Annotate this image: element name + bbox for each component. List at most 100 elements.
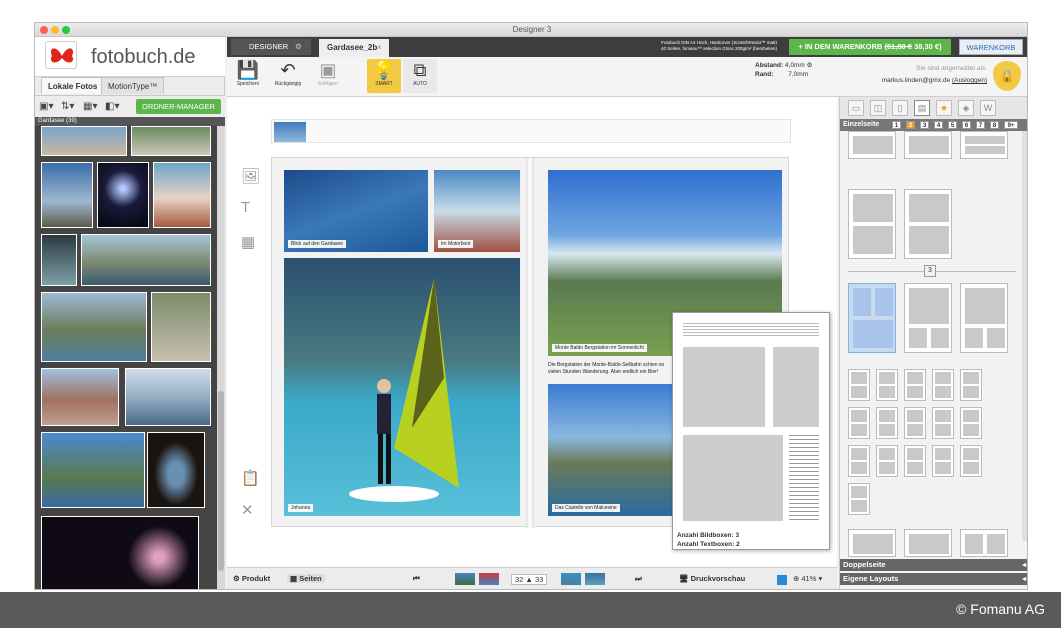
druckvorschau-button[interactable]: 🖥 Druckvorschau (679, 574, 745, 583)
text-layout-icon[interactable]: ▭ (848, 100, 864, 116)
ordner-manager-button[interactable]: ORDNER-MANAGER (136, 99, 221, 114)
page-count-option[interactable]: 8 (990, 121, 999, 129)
layout-template-small[interactable] (904, 369, 926, 401)
size-icon[interactable]: ◧▾ (105, 101, 119, 112)
layout-template-small[interactable] (932, 407, 954, 439)
logout-link[interactable]: (Ausloggen) (952, 77, 987, 84)
layout-template[interactable] (960, 131, 1008, 159)
page-count-option[interactable]: 5 (948, 121, 957, 129)
delete-icon[interactable]: ✕ (241, 501, 254, 519)
gear-icon[interactable]: ⚙ (295, 39, 302, 55)
doppelseite-bar[interactable]: Doppelseite ◂ (840, 559, 1027, 571)
paste-icon[interactable]: 📋 (241, 469, 260, 487)
add-to-cart-button[interactable]: + IN DEN WARENKORB (51,80 € 38,30 €) (789, 39, 951, 55)
document-tab[interactable]: Gardasee_2b × (319, 39, 389, 57)
photo-thumbnail[interactable] (147, 432, 205, 508)
photo-thumbnail[interactable] (151, 292, 211, 362)
layout-template-small[interactable] (960, 407, 982, 439)
layout-template[interactable] (904, 131, 952, 159)
photo-thumbnail[interactable] (41, 368, 119, 426)
photo-thumbnail[interactable] (41, 126, 127, 156)
first-page-icon[interactable]: ⏮ (413, 574, 420, 584)
photo-thumbnail[interactable] (97, 162, 149, 228)
layout-template[interactable] (848, 529, 896, 557)
photo-caption[interactable]: Im Motorboot (438, 240, 474, 248)
layout-template[interactable] (904, 529, 952, 557)
page-count-option[interactable]: 3 (920, 121, 929, 129)
eigene-layouts-bar[interactable]: Eigene Layouts ◂ (840, 573, 1027, 585)
layout-template[interactable] (904, 283, 952, 353)
layout-scrollbar[interactable] (1022, 131, 1027, 541)
seiten-button[interactable]: ▦ Seiten (287, 574, 325, 583)
add-qr-box-icon[interactable]: ▦ (241, 233, 255, 251)
add-image-box-icon[interactable]: 🖼 (241, 167, 260, 185)
close-tab-icon[interactable]: × (377, 39, 382, 57)
photo-thumbnail[interactable] (41, 292, 147, 362)
prev-spread-thumbnail[interactable] (455, 573, 475, 585)
photo-box[interactable]: Das Castello von Malcesine (548, 384, 676, 516)
layout-template-small[interactable] (904, 407, 926, 439)
layout-template-small[interactable] (960, 369, 982, 401)
layout-template[interactable] (960, 283, 1008, 353)
zoom-control[interactable]: ⊕ 41% ▾ (793, 574, 822, 583)
page-count-option[interactable]: 7 (976, 121, 985, 129)
sort-icon[interactable]: ⇅▾ (61, 101, 74, 112)
photo-thumbnail[interactable] (41, 162, 93, 228)
layout-template[interactable] (904, 189, 952, 259)
layout-template-small[interactable] (848, 483, 870, 515)
layout-template-small[interactable] (904, 445, 926, 477)
photo-caption[interactable]: Blick auf den Gardasee (288, 240, 346, 248)
font-icon[interactable]: W (980, 100, 996, 116)
folder-header[interactable]: Gardasee (39) (35, 117, 225, 126)
undo-button[interactable]: ↶ Rückgängig (271, 59, 305, 93)
last-page-icon[interactable]: ⏭ (635, 574, 642, 584)
favorites-star-icon[interactable]: ★ (936, 100, 952, 116)
text-box[interactable]: Die Bergstation der Monte-Baldo-Seilbahn… (548, 362, 672, 375)
layers-icon[interactable]: ◈ (958, 100, 974, 116)
layout-template-small[interactable] (848, 445, 870, 477)
add-text-box-icon[interactable]: T (241, 199, 250, 216)
product-info-line2[interactable]: 40 Seiten, fomanu™ selection Gloss 200g/… (647, 46, 777, 52)
layout-template-small[interactable] (932, 445, 954, 477)
color-icon[interactable] (777, 575, 787, 585)
select-icon[interactable]: ▣▾ (39, 101, 53, 112)
layout-template[interactable] (848, 131, 896, 159)
page-icon[interactable]: ▯ (892, 100, 908, 116)
page-indicator[interactable]: 32 ▲ 33 (511, 574, 548, 585)
photo-thumbnail[interactable] (153, 162, 211, 228)
photo-box[interactable]: Blick auf den Gardasee (284, 170, 428, 252)
layout-template-small[interactable] (848, 407, 870, 439)
background-icon[interactable]: ◫ (870, 100, 886, 116)
photo-box[interactable]: Im Motorboot (434, 170, 520, 252)
layout-template[interactable] (960, 529, 1008, 557)
layout-template-selected[interactable] (848, 283, 896, 353)
insert-button[interactable]: ▣ Einfügen (311, 59, 345, 93)
next-spread-thumbnail[interactable] (561, 573, 581, 585)
designer-button[interactable]: DESIGNER ⚙ (231, 39, 311, 55)
photo-caption[interactable]: Johanna (288, 504, 314, 512)
gallery-scrollbar[interactable] (217, 126, 225, 589)
page-count-option[interactable]: 6 (962, 121, 971, 129)
photo-box[interactable]: Johanna (284, 258, 520, 516)
layout-template[interactable] (848, 189, 896, 259)
prev-spread-thumbnail[interactable] (479, 573, 499, 585)
auto-button[interactable]: ⧉ AUTO (403, 59, 437, 93)
photo-caption[interactable]: Das Castello von Malcesine (552, 504, 620, 512)
layout-template-small[interactable] (960, 445, 982, 477)
tab-motiontype[interactable]: MotionType™ (101, 77, 165, 94)
layouts-icon[interactable]: ▤ (914, 100, 930, 116)
page-count-option[interactable]: 1 (892, 121, 901, 129)
page-count-option[interactable]: 9+ (1004, 121, 1018, 129)
layout-template-small[interactable] (932, 369, 954, 401)
layout-template-small[interactable] (876, 407, 898, 439)
photo-thumbnail[interactable] (41, 234, 77, 286)
layout-template-small[interactable] (876, 369, 898, 401)
photo-thumbnail[interactable] (41, 516, 199, 589)
gallery-scroll-thumb[interactable] (218, 391, 224, 571)
grid-view-icon[interactable]: ▦▾ (83, 101, 97, 112)
spacing-settings[interactable]: Abstand: 4,0mm ⚙ Rand: 7,0mm (755, 61, 813, 79)
photo-thumbnail[interactable] (125, 368, 211, 426)
photo-thumbnail[interactable] (81, 234, 211, 286)
layout-template-small[interactable] (876, 445, 898, 477)
next-spread-thumbnail[interactable] (585, 573, 605, 585)
